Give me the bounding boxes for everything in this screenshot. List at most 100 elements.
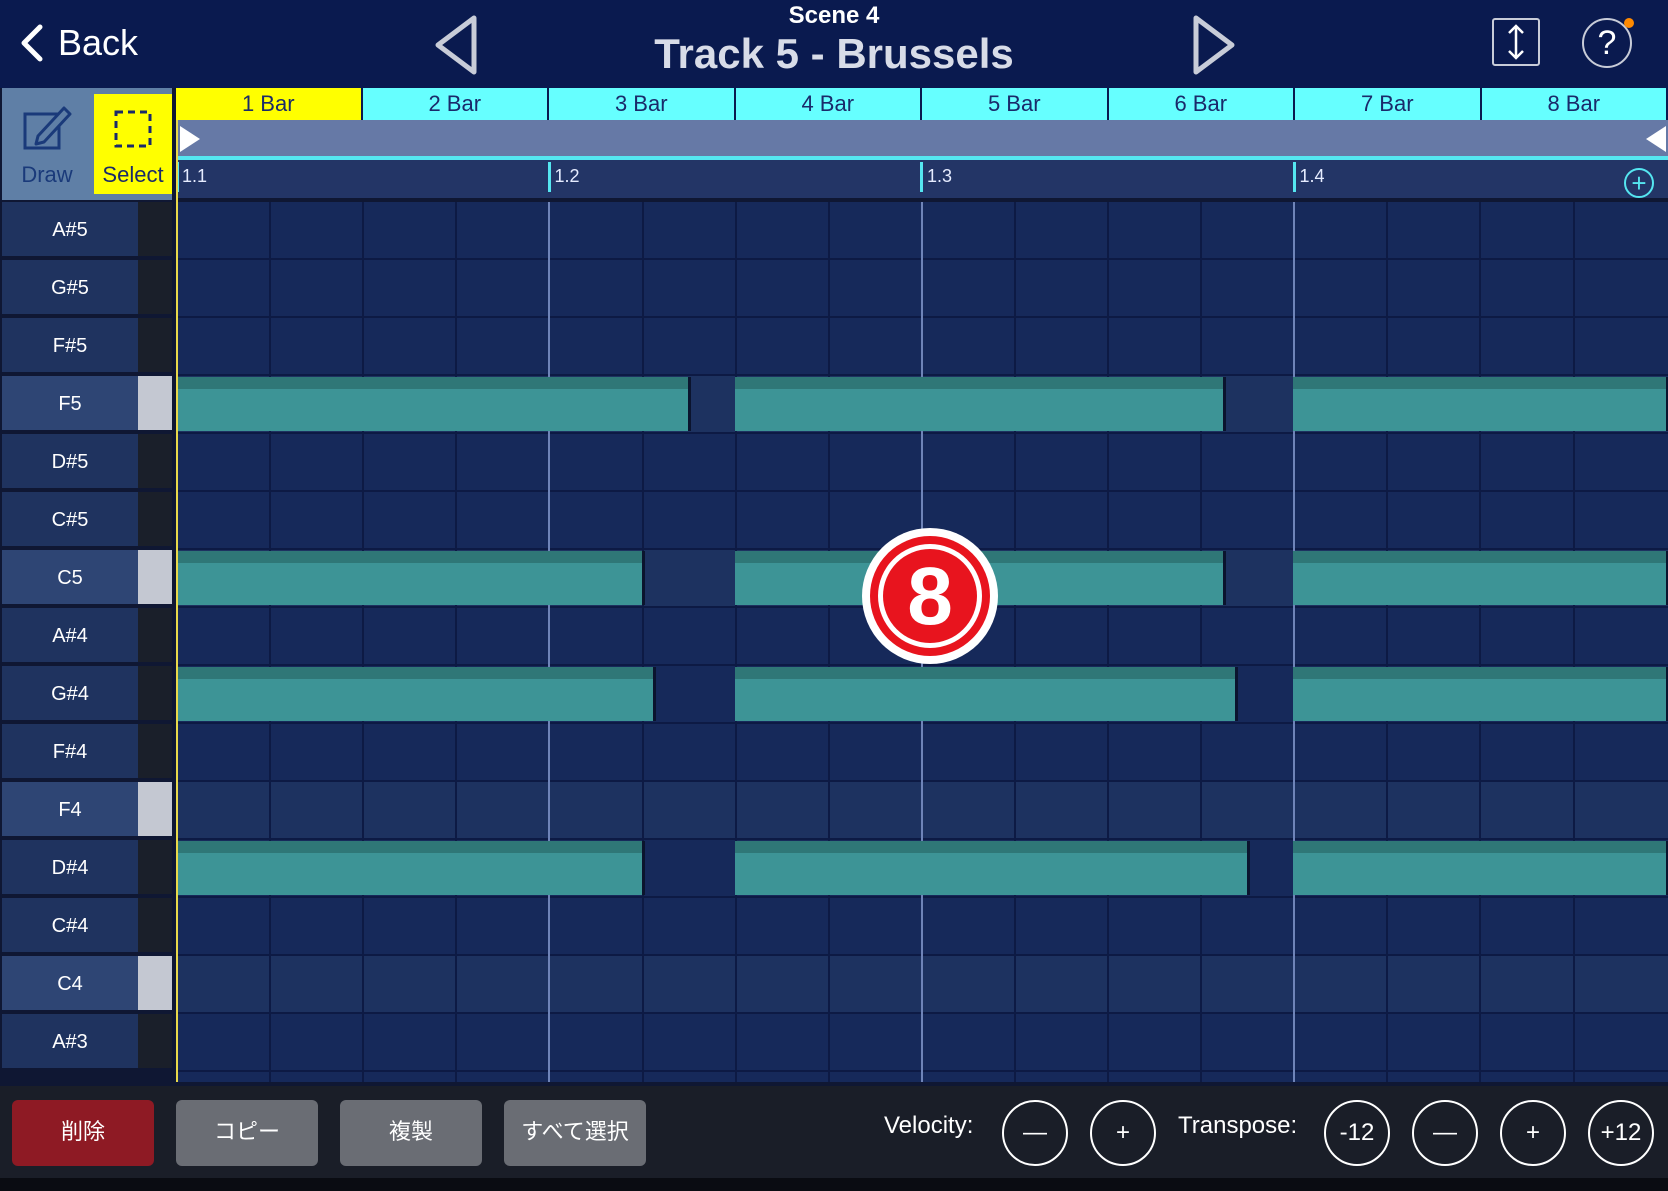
piano-key-label[interactable]: A#3: [2, 1014, 138, 1070]
step-line: [734, 202, 737, 1082]
bar-tab[interactable]: 7 Bar: [1295, 88, 1482, 120]
midi-note[interactable]: [1293, 667, 1668, 721]
piano-key[interactable]: [138, 550, 172, 606]
piano-key-label[interactable]: F5: [2, 376, 138, 432]
piano-key[interactable]: [138, 376, 172, 432]
select-label: Select: [102, 162, 164, 187]
bar-tab[interactable]: 2 Bar: [362, 88, 549, 120]
midi-note[interactable]: [176, 377, 692, 431]
ruler-tick: [1292, 162, 1296, 192]
piano-keyboard: A#5 G#5 F#5 F5 D#5 C#5 C5 A#4 G#4 F#4 F4 D#4 C#4 C4 A#…: [0, 202, 176, 1082]
delete-button[interactable]: 削除: [12, 1100, 154, 1166]
ruler-mark-label: 1.3: [927, 166, 953, 186]
piano-key-label[interactable]: C#5: [2, 492, 138, 548]
previous-track-icon[interactable]: [432, 14, 482, 76]
midi-note[interactable]: [1293, 551, 1668, 605]
transpose-up-button[interactable]: +: [1500, 1100, 1566, 1166]
piano-key[interactable]: [138, 898, 172, 954]
piano-key[interactable]: [138, 782, 172, 838]
piano-key[interactable]: [138, 840, 172, 896]
select-tool-button[interactable]: Select: [94, 94, 172, 194]
piano-key-label[interactable]: D#4: [2, 840, 138, 896]
loop-end-handle-icon[interactable]: [1644, 124, 1668, 154]
loop-region[interactable]: [176, 120, 1668, 156]
velocity-label: Velocity:: [884, 1112, 974, 1139]
piano-key-label[interactable]: F4: [2, 782, 138, 838]
home-indicator-strip: [0, 1178, 1668, 1191]
bar-tab[interactable]: 8 Bar: [1481, 88, 1668, 120]
velocity-decrease-button[interactable]: —: [1002, 1100, 1068, 1166]
vertical-resize-button[interactable]: [1492, 18, 1540, 66]
midi-note[interactable]: [734, 377, 1227, 431]
vertical-arrows-icon: [1508, 24, 1524, 60]
ruler-mark-label: 1.1: [182, 166, 208, 186]
bar-tab[interactable]: 3 Bar: [549, 88, 736, 120]
bar-tab[interactable]: 4 Bar: [735, 88, 922, 120]
step-line: [1107, 202, 1109, 1082]
piano-key-label[interactable]: G#4: [2, 666, 138, 722]
notification-dot: [1624, 18, 1634, 28]
midi-note[interactable]: [1293, 841, 1668, 895]
ruler-mark-label: 1.2: [554, 166, 580, 186]
step-line: [1572, 202, 1575, 1082]
piano-key[interactable]: [138, 260, 172, 316]
piano-key[interactable]: [138, 492, 172, 548]
add-bar-button[interactable]: +: [1624, 168, 1654, 198]
bar-tab[interactable]: 6 Bar: [1108, 88, 1295, 120]
badge-number: 8: [907, 551, 953, 642]
piano-key-label[interactable]: A#4: [2, 608, 138, 664]
piano-key[interactable]: [138, 666, 172, 722]
duplicate-button[interactable]: 複製: [340, 1100, 482, 1166]
piano-key[interactable]: [138, 956, 172, 1012]
step-line: [362, 202, 365, 1082]
step-line: [1013, 202, 1016, 1082]
piano-key[interactable]: [138, 434, 172, 490]
ruler-mark-label: 1.4: [1299, 166, 1325, 186]
step-line: [269, 202, 272, 1082]
piano-key[interactable]: [138, 724, 172, 780]
midi-note[interactable]: [176, 551, 644, 605]
copy-button[interactable]: コピー: [176, 1100, 318, 1166]
help-icon: ?: [1597, 24, 1617, 62]
select-all-button[interactable]: すべて選択: [504, 1100, 646, 1166]
beat-line: [1293, 202, 1296, 1082]
ruler-tick: [920, 162, 923, 192]
midi-note[interactable]: [1293, 377, 1668, 431]
beat-ruler[interactable]: 1.1 1.2 1.3 1.4: [176, 160, 1668, 198]
transpose-up-octave-button[interactable]: +12: [1588, 1100, 1654, 1166]
piano-key-label[interactable]: C4: [2, 956, 138, 1012]
piano-key[interactable]: [138, 1014, 172, 1070]
track-title: Track 5 - Brussels: [654, 30, 1014, 77]
transpose-down-octave-button[interactable]: -12: [1324, 1100, 1390, 1166]
piano-key-label[interactable]: F#5: [2, 318, 138, 374]
velocity-increase-button[interactable]: +: [1090, 1100, 1156, 1166]
midi-note[interactable]: [734, 667, 1239, 721]
piano-key-label[interactable]: C5: [2, 550, 138, 606]
pencil-icon: [23, 106, 72, 150]
piano-key-label[interactable]: D#5: [2, 434, 138, 490]
piano-key[interactable]: [138, 318, 172, 374]
draw-tool-button[interactable]: Draw: [8, 94, 86, 194]
piano-key-label[interactable]: C#4: [2, 898, 138, 954]
piano-key[interactable]: [138, 608, 172, 664]
bar-tab[interactable]: 1 Bar: [176, 88, 363, 120]
midi-note[interactable]: [176, 667, 657, 721]
midi-note[interactable]: [176, 841, 644, 895]
loop-start-handle-icon[interactable]: [178, 124, 202, 154]
step-line: [1200, 202, 1203, 1082]
midi-note[interactable]: [734, 841, 1250, 895]
piano-key-label[interactable]: G#5: [2, 260, 138, 316]
transpose-label: Transpose:: [1178, 1112, 1298, 1139]
piano-key-label[interactable]: F#4: [2, 724, 138, 780]
step-line: [827, 202, 830, 1082]
tool-selector: Draw Select: [2, 88, 172, 200]
piano-key-label[interactable]: A#5: [2, 202, 138, 258]
plus-icon: +: [1631, 168, 1647, 198]
piano-key[interactable]: [138, 202, 172, 258]
beat-line: [548, 202, 551, 1082]
transpose-down-button[interactable]: —: [1412, 1100, 1478, 1166]
bar-tab[interactable]: 5 Bar: [922, 88, 1109, 120]
step-number-badge: 8: [860, 526, 1000, 666]
scene-label: Scene 4: [788, 2, 880, 29]
next-track-icon[interactable]: [1188, 14, 1238, 76]
